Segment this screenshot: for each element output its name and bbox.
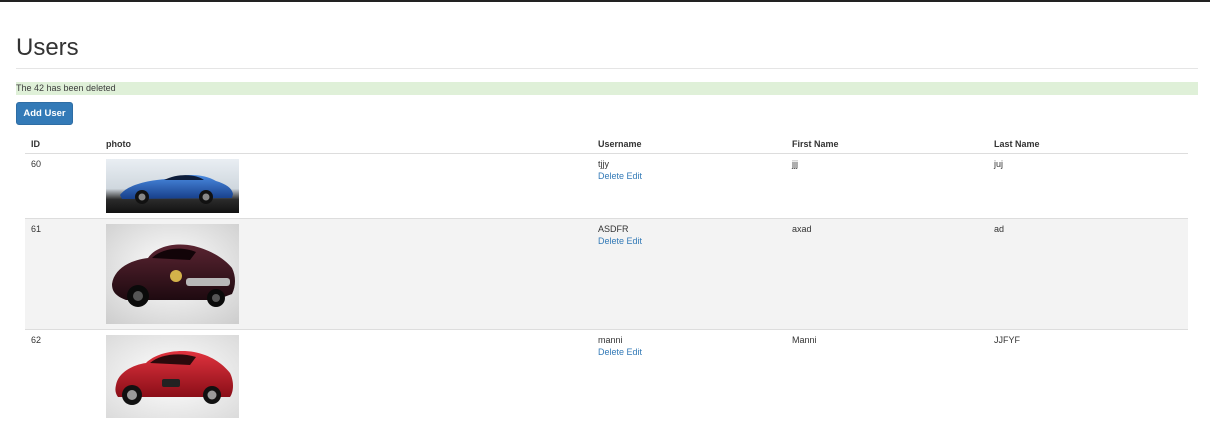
column-header-username: Username — [592, 127, 786, 154]
column-header-last-name: Last Name — [988, 127, 1188, 154]
table-header-row: ID photo Username First Name Last Name — [25, 127, 1188, 154]
cell-last-name: JJFYF — [988, 329, 1188, 422]
user-photo — [106, 224, 239, 324]
table-row: 60 tjjy Delete Edit jjj juj — [25, 153, 1188, 219]
user-photo — [106, 159, 239, 213]
column-header-photo: photo — [100, 127, 592, 154]
cell-id: 60 — [25, 153, 100, 219]
delete-link[interactable]: Delete — [598, 171, 624, 181]
table-row: 62 manni Delete Edit Manni JJFYF — [25, 329, 1188, 422]
cell-id: 62 — [25, 329, 100, 422]
table-row: 61 ASDFR Delete Edit axad ad — [25, 218, 1188, 330]
row-actions: Delete Edit — [598, 347, 786, 357]
cell-id: 61 — [25, 218, 100, 330]
cell-username: tjjy — [598, 159, 609, 169]
page-title: Users — [16, 34, 79, 61]
column-header-first-name: First Name — [786, 127, 988, 154]
users-table: ID photo Username First Name Last Name 6… — [25, 127, 1188, 422]
cell-username: ASDFR — [598, 224, 629, 234]
column-header-id: ID — [25, 127, 100, 154]
row-actions: Delete Edit — [598, 236, 786, 246]
cell-first-name: jjj — [786, 153, 988, 219]
delete-link[interactable]: Delete — [598, 347, 624, 357]
user-photo — [106, 335, 239, 418]
success-alert: The 42 has been deleted — [16, 82, 1198, 95]
edit-link[interactable]: Edit — [627, 236, 643, 246]
cell-username: manni — [598, 335, 623, 345]
cell-first-name: axad — [786, 218, 988, 330]
add-user-button[interactable]: Add User — [16, 102, 73, 125]
cell-first-name: Manni — [786, 329, 988, 422]
edit-link[interactable]: Edit — [627, 171, 643, 181]
cell-last-name: ad — [988, 218, 1188, 330]
row-actions: Delete Edit — [598, 171, 786, 181]
edit-link[interactable]: Edit — [627, 347, 643, 357]
delete-link[interactable]: Delete — [598, 236, 624, 246]
cell-last-name: juj — [988, 153, 1188, 219]
page-header: Users — [16, 34, 1198, 69]
